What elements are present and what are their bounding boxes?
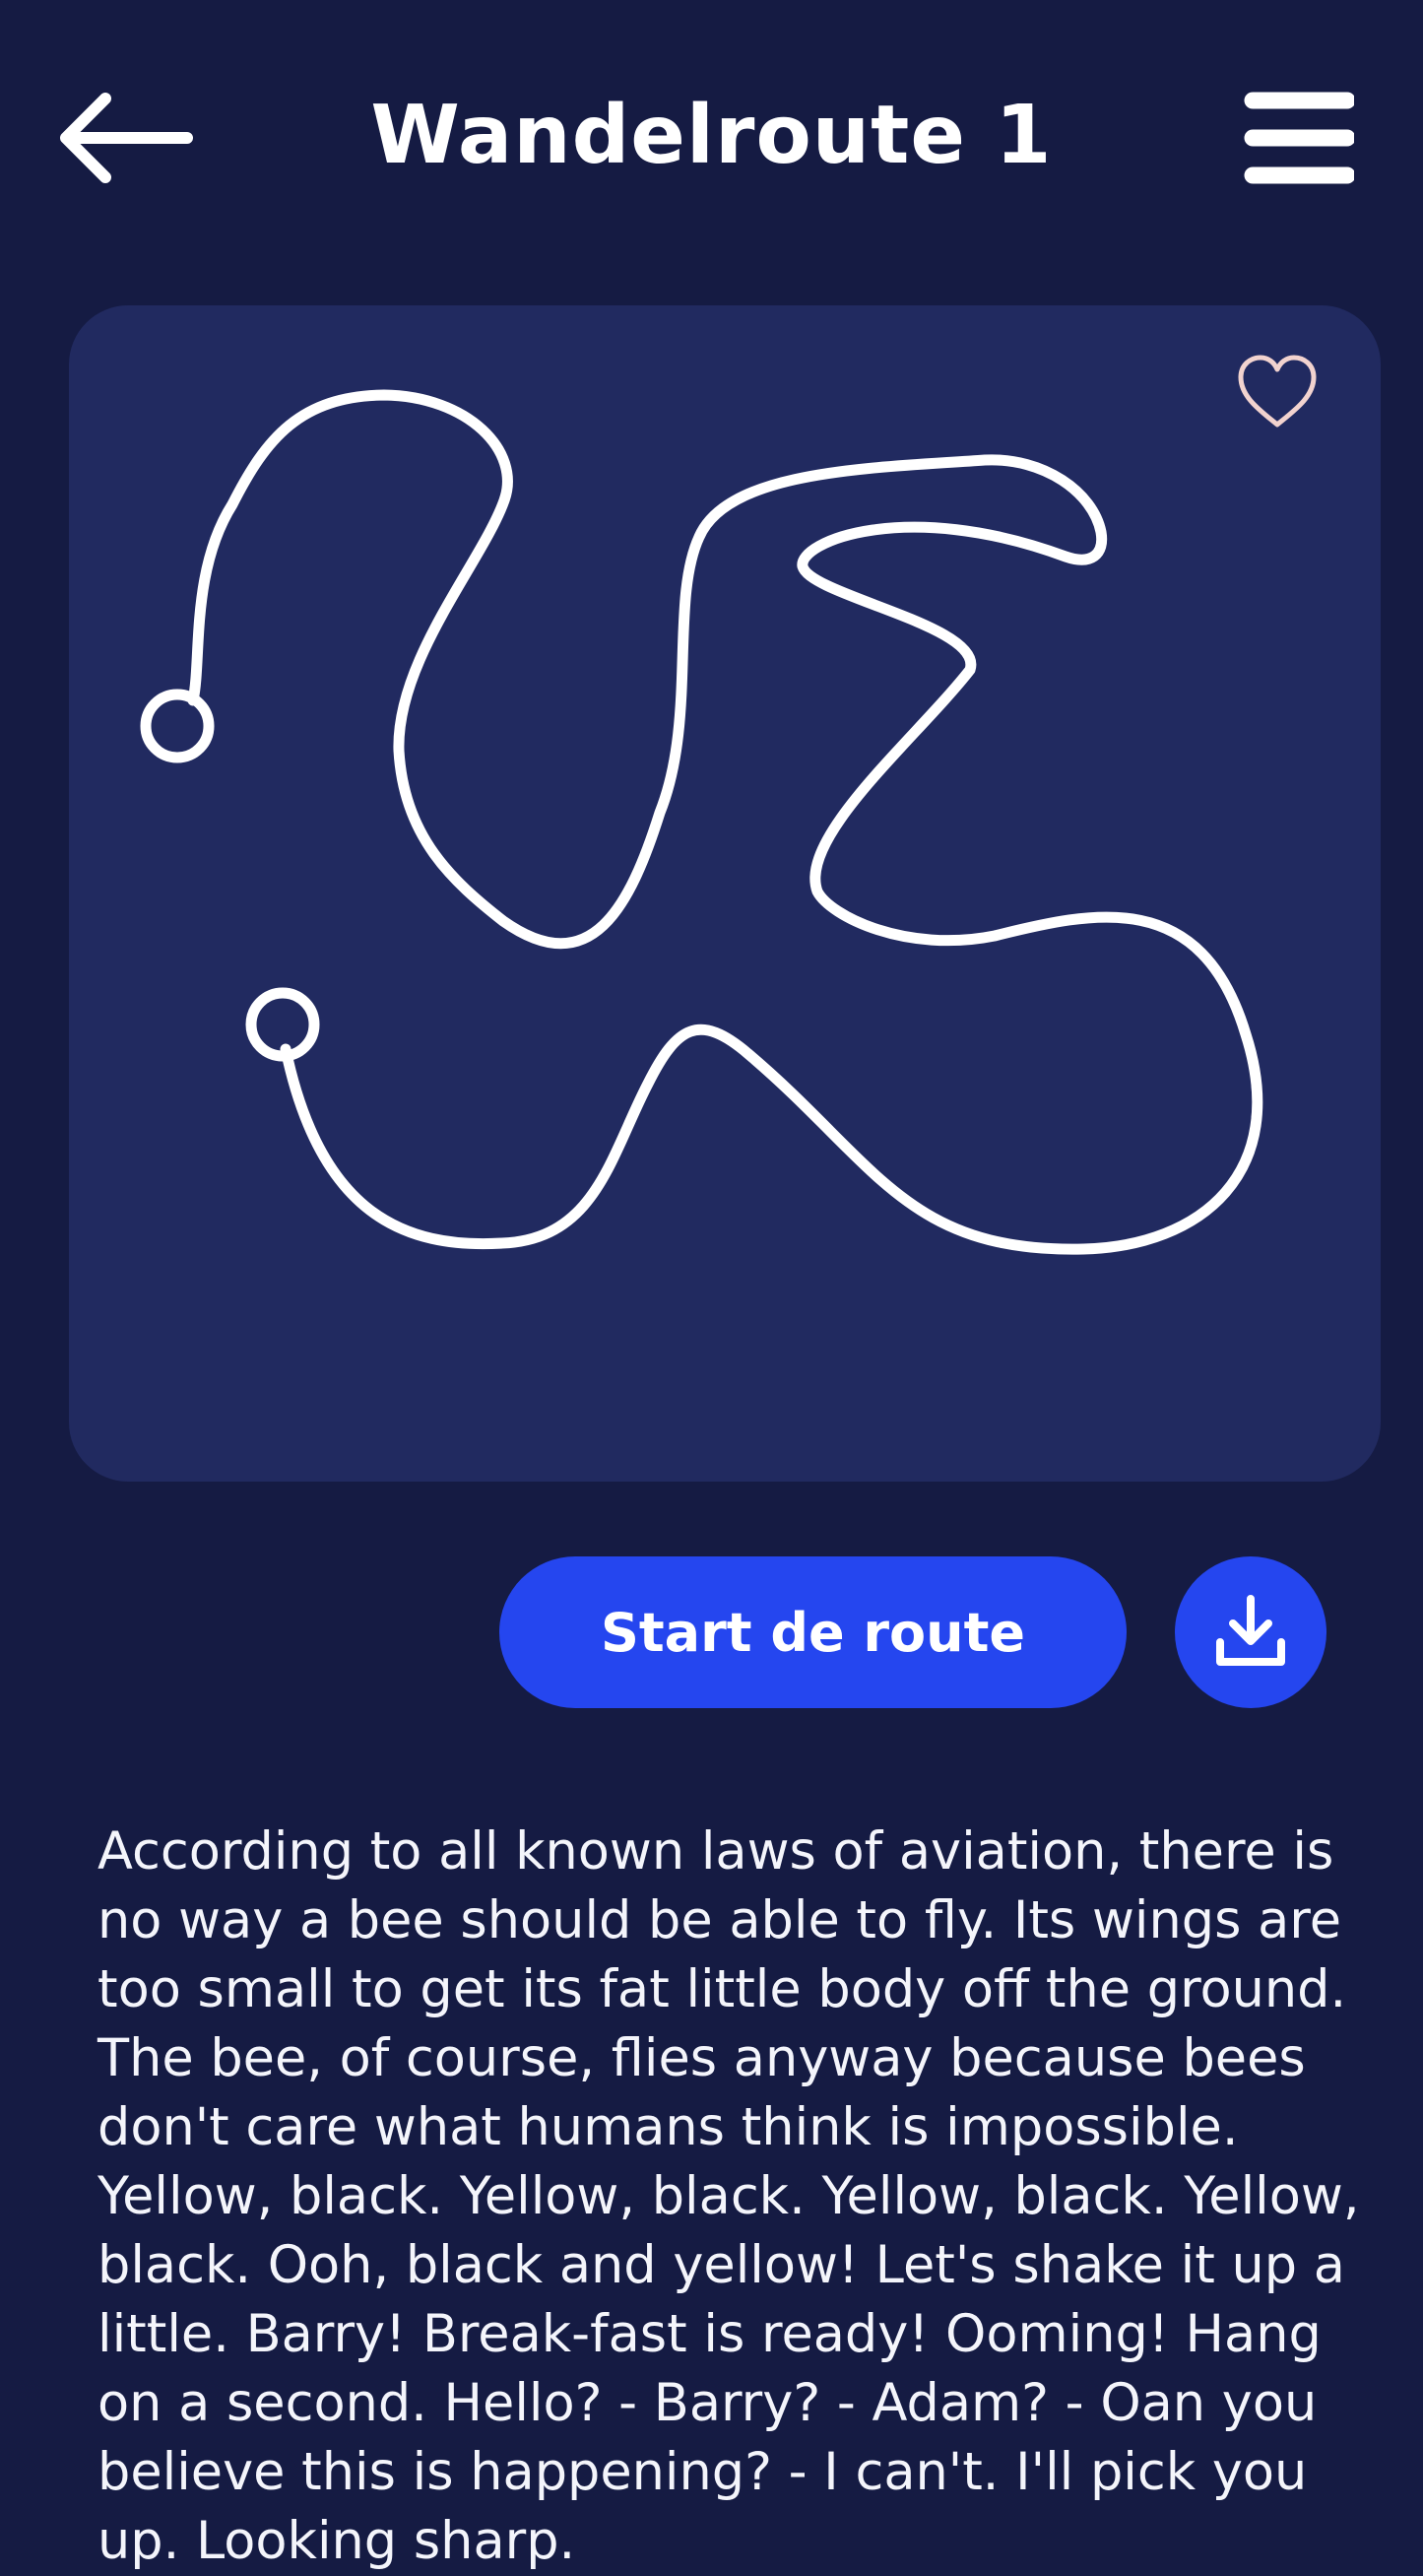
route-description: According to all known laws of aviation,…	[97, 1821, 1360, 2571]
heart-outline-icon	[1238, 355, 1317, 428]
download-button[interactable]	[1175, 1556, 1326, 1708]
route-map-drawing	[140, 389, 1263, 1255]
download-icon	[1216, 1595, 1285, 1666]
start-marker	[140, 689, 215, 763]
start-route-button[interactable]: Start de route	[499, 1556, 1127, 1708]
route-path	[187, 389, 1263, 1255]
favorite-button[interactable]	[1231, 350, 1325, 433]
